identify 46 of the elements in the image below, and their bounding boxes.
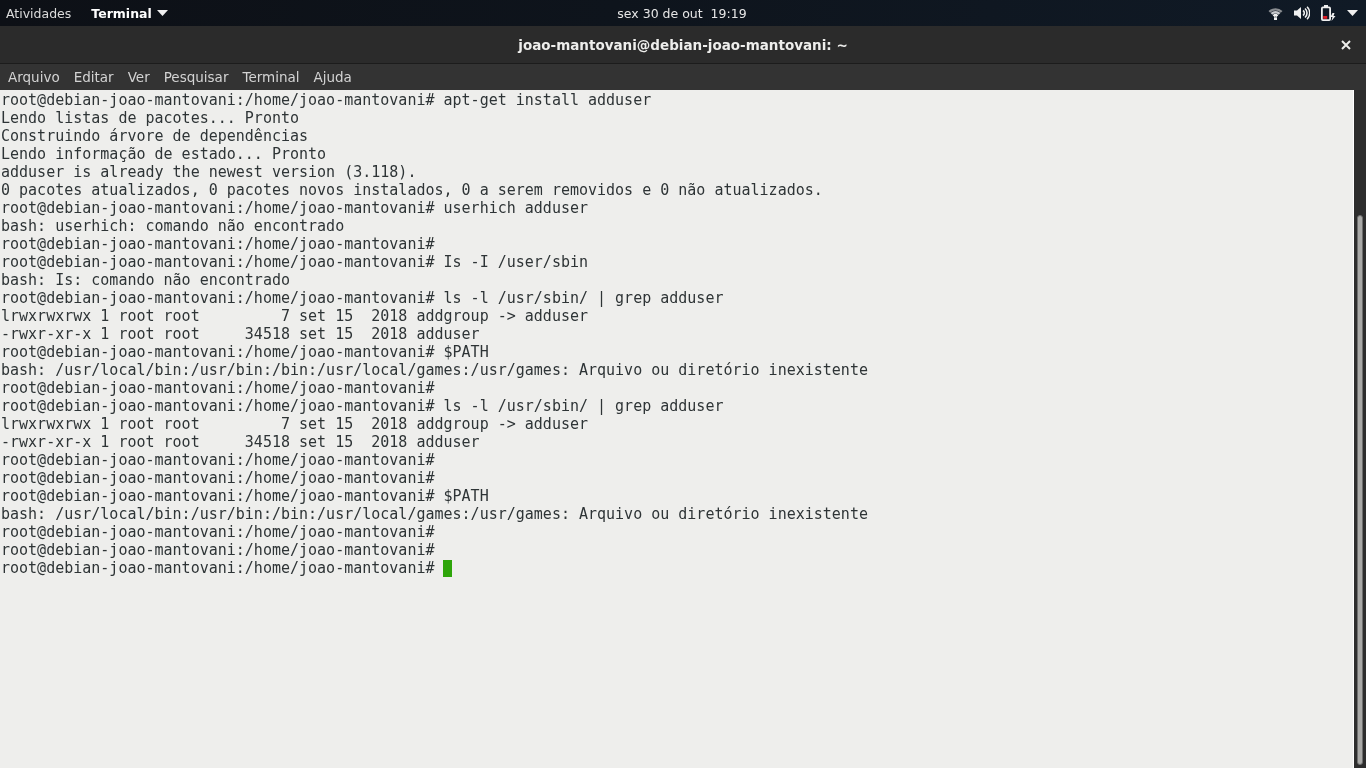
terminal-line: bash: /usr/local/bin:/usr/bin:/bin:/usr/local/games:/usr/games: Arquivo ou diretório inexistente <box>1 361 868 379</box>
app-menu-button[interactable]: Terminal <box>91 5 168 21</box>
terminal-line: adduser is already the newest version (3.118). <box>1 163 417 181</box>
menu-item[interactable]: Ajuda <box>306 66 359 88</box>
activities-button[interactable]: Atividades <box>6 5 72 21</box>
terminal-line: bash: Is: comando não encontrado <box>1 271 290 289</box>
clock[interactable]: sex 30 de out 19:19 <box>617 5 747 21</box>
terminal-line: Construindo árvore de dependências <box>1 127 309 145</box>
window-title: joao-mantovani@debian-joao-mantovani: ~ <box>518 36 848 53</box>
volume-icon[interactable] <box>1294 6 1310 20</box>
close-button[interactable] <box>1339 37 1353 52</box>
terminal-line: root@debian-joao-mantovani:/home/joao-mantovani# apt-get install adduser <box>1 91 652 109</box>
menu-item[interactable]: Arquivo <box>1 66 67 88</box>
terminal-line: root@debian-joao-mantovani:/home/joao-mantovani# <box>1 379 435 397</box>
menu-item[interactable]: Pesquisar <box>156 66 236 88</box>
terminal-line: root@debian-joao-mantovani:/home/joao-mantovani# <box>1 451 435 469</box>
terminal-pane[interactable] <box>0 90 1354 768</box>
battery-charging-icon[interactable] <box>1321 5 1336 21</box>
wifi-icon[interactable] <box>1268 6 1283 20</box>
terminal-line: lrwxrwxrwx 1 root root 7 set 15 2018 addgroup -> adduser <box>1 415 588 433</box>
menu-item[interactable]: Ver <box>120 66 157 88</box>
menu-item[interactable]: Terminal <box>235 66 307 88</box>
terminal-line: root@debian-joao-mantovani:/home/joao-mantovani# ls -l /usr/sbin/ | grep adduser <box>1 289 724 307</box>
scrollbar-thumb[interactable] <box>1357 215 1363 765</box>
terminal-line: root@debian-joao-mantovani:/home/joao-mantovani# <box>1 559 435 577</box>
terminal-line: root@debian-joao-mantovani:/home/joao-mantovani# <box>1 541 435 559</box>
caret-icon <box>1347 9 1358 16</box>
terminal-line: root@debian-joao-mantovani:/home/joao-mantovani# <box>1 523 435 541</box>
terminal-line: bash: /usr/local/bin:/usr/bin:/bin:/usr/local/games:/usr/games: Arquivo ou diretório inexistente <box>1 505 868 523</box>
terminal-line: root@debian-joao-mantovani:/home/joao-mantovani# $PATH <box>1 487 489 505</box>
terminal-line: bash: userhich: comando não encontrado <box>1 217 345 235</box>
terminal-line: root@debian-joao-mantovani:/home/joao-mantovani# $PATH <box>1 343 489 361</box>
terminal-line: Lendo informação de estado... Pronto <box>1 145 327 163</box>
terminal-line: 0 pacotes atualizados, 0 pacotes novos instalados, 0 a serem removidos e 0 não atualizados. <box>1 181 823 199</box>
menu-item[interactable]: Editar <box>66 66 121 88</box>
terminal-line: root@debian-joao-mantovani:/home/joao-mantovani# <box>1 469 435 487</box>
terminal-line: Lendo listas de pacotes... Pronto <box>1 109 299 127</box>
terminal-line: root@debian-joao-mantovani:/home/joao-mantovani# userhich adduser <box>1 199 588 217</box>
terminal-line: -rwxr-xr-x 1 root root 34518 set 15 2018 adduser <box>1 433 480 451</box>
terminal-line: root@debian-joao-mantovani:/home/joao-mantovani# ls -l /usr/sbin/ | grep adduser <box>1 397 724 415</box>
terminal-line: root@debian-joao-mantovani:/home/joao-mantovani# <box>1 235 435 253</box>
terminal-line: lrwxrwxrwx 1 root root 7 set 15 2018 addgroup -> adduser <box>1 307 588 325</box>
terminal-line: -rwxr-xr-x 1 root root 34518 set 15 2018 adduser <box>1 325 480 343</box>
caret-icon <box>156 9 168 16</box>
terminal-line: root@debian-joao-mantovani:/home/joao-mantovani# Is -I /user/sbin <box>1 253 588 271</box>
close-icon <box>1341 39 1351 50</box>
